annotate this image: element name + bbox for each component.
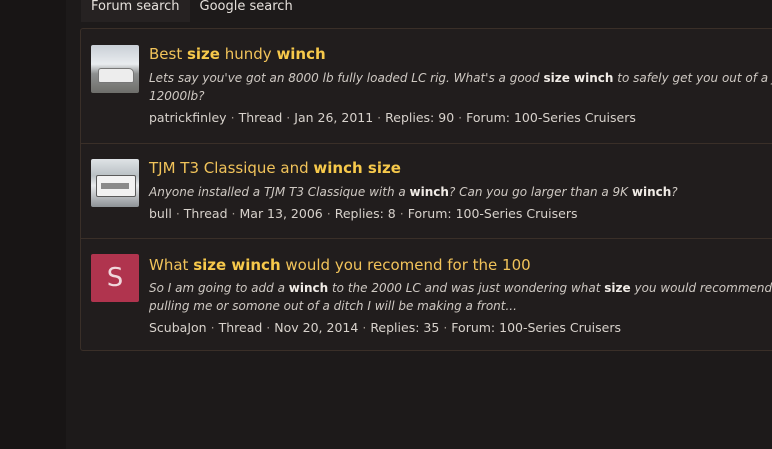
result-snippet: Anyone installed a TJM T3 Classique with…: [149, 183, 772, 201]
snippet-line: 12000lb?: [149, 87, 772, 105]
text-segment: would you recomend for the 100: [280, 256, 531, 274]
truck-image: [98, 68, 134, 83]
author-link[interactable]: patrickfinley: [149, 110, 227, 125]
post-date: Jan 26, 2011: [294, 110, 374, 125]
result-title[interactable]: TJM T3 Classique and winch size: [149, 159, 401, 177]
snippet-line: Anyone installed a TJM T3 Classique with…: [149, 183, 772, 201]
search-result: S What size winch would you recomend for…: [81, 238, 772, 350]
text-segment: What: [149, 256, 194, 274]
search-results-panel: Best size hundy winch Lets say you've go…: [80, 28, 772, 351]
result-meta: ScubaJon · Thread · Nov 20, 2014 · Replies: 35…: [149, 320, 622, 335]
thread-thumbnail[interactable]: [91, 45, 139, 93]
highlighted-term: winch: [276, 45, 326, 63]
content-type: Thread: [238, 110, 283, 125]
highlighted-term: winch: [409, 185, 449, 199]
search-result: Best size hundy winch Lets say you've go…: [81, 29, 772, 144]
text-segment: to the 2000 LC and was just wondering wh…: [328, 281, 605, 295]
result-snippet: Lets say you've got an 8000 lb fully loa…: [149, 69, 772, 105]
text-segment: TJM T3 Classique and: [149, 159, 314, 177]
left-gutter: [0, 0, 66, 449]
text-segment: hundy: [219, 45, 277, 63]
snippet-line: pulling me or somone out of a ditch I wi…: [149, 297, 772, 315]
text-segment: 12000lb?: [149, 89, 205, 103]
search-result: TJM T3 Classique and winch size Anyone i…: [81, 143, 772, 239]
text-segment: pulling me or somone out of a ditch I wi…: [149, 299, 517, 313]
tab-google-search[interactable]: Google search: [190, 0, 303, 22]
text-segment: Best: [149, 45, 187, 63]
highlighted-term: size winch: [543, 71, 614, 85]
reply-count: Replies: 35: [370, 320, 440, 335]
content-type: Thread: [218, 320, 263, 335]
result-meta: bull · Thread · Mar 13, 2006 · Replies: 8 · Foru…: [149, 206, 578, 221]
snippet-line: Lets say you've got an 8000 lb fully loa…: [149, 69, 772, 87]
highlighted-term: winch: [288, 281, 329, 295]
text-segment: to safely get you out of a jam. Not: [617, 71, 772, 85]
search-tabs: Forum search Google search: [81, 0, 303, 22]
text-segment: So I am going to add a: [149, 281, 289, 295]
reply-count: Replies: 8: [334, 206, 396, 221]
text-segment: Anyone installed a TJM T3 Classique with…: [149, 185, 410, 199]
tab-forum-search[interactable]: Forum search: [81, 0, 190, 22]
text-segment: Lets say you've got an 8000 lb fully loa…: [149, 71, 544, 85]
result-meta: patrickfinley · Thread · Jan 26, 2011 · Replie…: [149, 110, 636, 125]
avatar[interactable]: S: [91, 254, 139, 302]
forum-link[interactable]: Forum: 100-Series Cruisers: [451, 320, 621, 335]
bumper-grill: [101, 183, 129, 189]
text-segment: ? Can you go larger than a 9K: [448, 185, 632, 199]
highlighted-term: winch: [631, 185, 672, 199]
author-link[interactable]: ScubaJon: [149, 320, 207, 335]
result-title[interactable]: What size winch would you recomend for t…: [149, 256, 531, 274]
thread-thumbnail[interactable]: [91, 159, 139, 207]
post-date: Nov 20, 2014: [274, 320, 359, 335]
result-snippet: So I am going to add a winch to the 2000…: [149, 279, 772, 315]
result-title[interactable]: Best size hundy winch: [149, 45, 326, 63]
highlighted-term: size: [186, 45, 220, 63]
highlighted-term: winch size: [313, 159, 401, 177]
text-segment: ?: [671, 185, 678, 199]
forum-link[interactable]: Forum: 100-Series Cruisers: [466, 110, 636, 125]
snippet-line: So I am going to add a winch to the 2000…: [149, 279, 772, 297]
content-type: Thread: [183, 206, 228, 221]
highlighted-term: size winch: [193, 256, 281, 274]
reply-count: Replies: 90: [385, 110, 455, 125]
post-date: Mar 13, 2006: [239, 206, 323, 221]
text-segment: you would recommend 8K 10K: [634, 281, 772, 295]
author-link[interactable]: bull: [149, 206, 172, 221]
forum-link[interactable]: Forum: 100-Series Cruisers: [408, 206, 578, 221]
highlighted-term: size: [604, 281, 631, 295]
